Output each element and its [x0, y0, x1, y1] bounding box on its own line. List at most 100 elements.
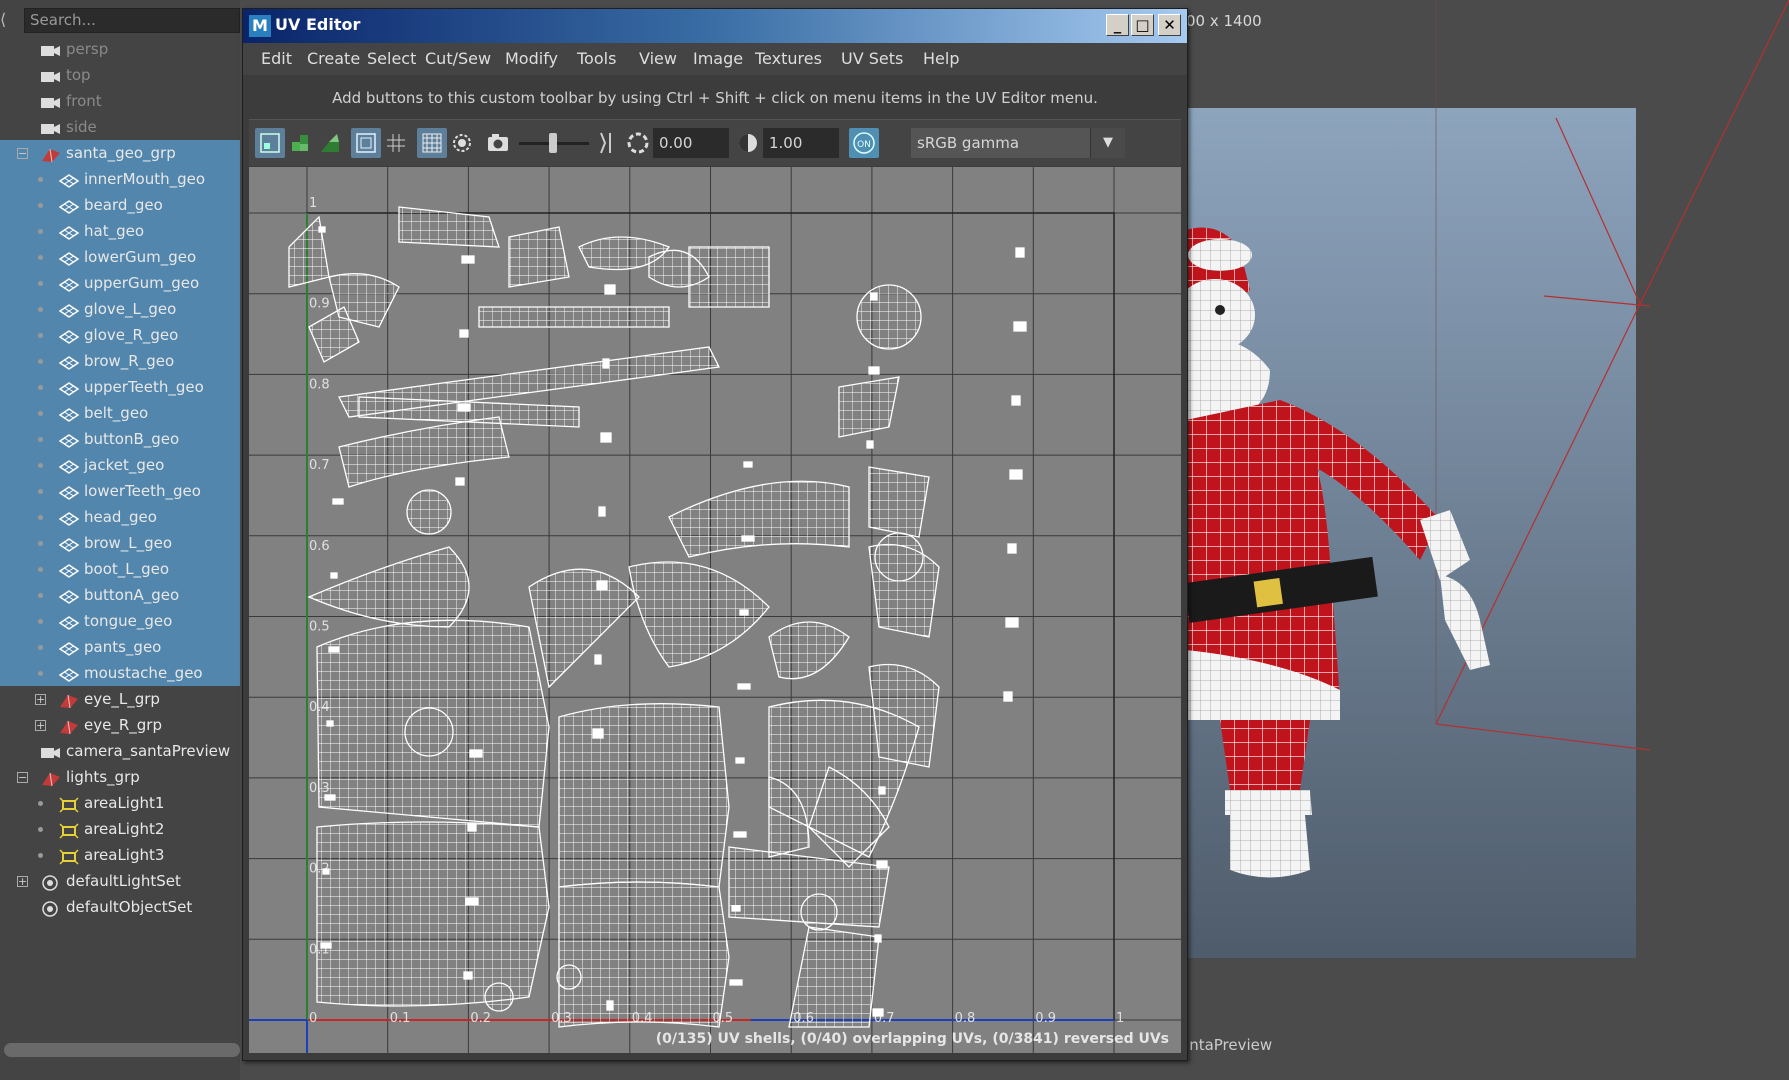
image-dim-slider[interactable]	[519, 128, 589, 158]
outliner-row-innerMouth_geo[interactable]: innerMouth_geo	[0, 166, 240, 192]
minimize-button[interactable]: _	[1106, 14, 1129, 36]
outliner-row-areaLight1[interactable]: areaLight1	[0, 790, 240, 816]
outliner-row-buttonB_geo[interactable]: buttonB_geo	[0, 426, 240, 452]
area-light-icon	[58, 847, 80, 865]
expand-icon[interactable]: +	[17, 876, 28, 887]
outliner-row-hat_geo[interactable]: hat_geo	[0, 218, 240, 244]
outliner-row-glove_R_geo[interactable]: glove_R_geo	[0, 322, 240, 348]
outliner-row-upperGum_geo[interactable]: upperGum_geo	[0, 270, 240, 296]
outliner-row-areaLight3[interactable]: areaLight3	[0, 842, 240, 868]
menu-textures[interactable]: Textures	[755, 49, 822, 68]
camera-icon	[40, 93, 62, 109]
uv-editor-toolbar: 0.00 1.00 ON sRGB gamma ▼	[249, 119, 1181, 166]
outliner-search-input[interactable]: Search...	[24, 8, 240, 33]
outliner-row-brow_R_geo[interactable]: brow_R_geo	[0, 348, 240, 374]
outliner-row-glove_L_geo[interactable]: glove_L_geo	[0, 296, 240, 322]
menu-image[interactable]: Image	[693, 49, 743, 68]
exposure-field[interactable]: 0.00	[653, 128, 729, 158]
menu-modify[interactable]: Modify	[505, 49, 558, 68]
uv-select-mode-icon[interactable]	[255, 128, 285, 158]
outliner-row-belt_geo[interactable]: belt_geo	[0, 400, 240, 426]
outliner-row-defaultLightSet[interactable]: + defaultLightSet	[0, 868, 240, 894]
expand-icon[interactable]: +	[35, 720, 46, 731]
outliner-row-label: top	[66, 66, 91, 84]
menu-tools[interactable]: Tools	[577, 49, 616, 68]
gamma-field[interactable]: 1.00	[763, 128, 839, 158]
outliner-row-defaultObjectSet[interactable]: defaultObjectSet	[0, 894, 240, 920]
uv-stats-readout: (0/135) UV shells, (0/40) overlapping UV…	[655, 1031, 1169, 1047]
display-image-icon[interactable]	[447, 128, 477, 158]
outliner-row-tongue_geo[interactable]: tongue_geo	[0, 608, 240, 634]
maya-app-icon: M	[249, 15, 271, 37]
menu-edit[interactable]: Edit	[261, 49, 292, 68]
filter-icon[interactable]: ⟨	[0, 10, 8, 30]
snap-grid-icon[interactable]	[381, 128, 411, 158]
outliner-row-lights_grp[interactable]: − lights_grp	[0, 764, 240, 790]
outliner-search-row: ⟨ Search...	[0, 6, 240, 35]
exposure-icon[interactable]	[595, 128, 625, 158]
snapshot-camera-icon[interactable]	[483, 128, 513, 158]
menu-view[interactable]: View	[639, 49, 677, 68]
outliner-row-lowerGum_geo[interactable]: lowerGum_geo	[0, 244, 240, 270]
menu-select[interactable]: Select	[367, 49, 416, 68]
expand-icon[interactable]: +	[35, 694, 46, 705]
outliner-row-beard_geo[interactable]: beard_geo	[0, 192, 240, 218]
outliner-row-boot_L_geo[interactable]: boot_L_geo	[0, 556, 240, 582]
tree-node-dot	[38, 853, 43, 858]
outliner-row-side[interactable]: side	[0, 114, 240, 140]
outliner-row-buttonA_geo[interactable]: buttonA_geo	[0, 582, 240, 608]
outliner-row-label: areaLight2	[84, 820, 165, 838]
uv-editor-titlebar[interactable]: M UV Editor _ □ ✕	[243, 9, 1187, 43]
outliner-row-santa_geo_grp[interactable]: − santa_geo_grp	[0, 140, 240, 166]
color-management-toggle[interactable]: ON	[849, 128, 879, 158]
outliner-row-camera_santaPreview[interactable]: camera_santaPreview	[0, 738, 240, 764]
mesh-icon	[58, 639, 80, 656]
outliner-row-moustache_geo[interactable]: moustache_geo	[0, 660, 240, 686]
outliner-row-areaLight2[interactable]: areaLight2	[0, 816, 240, 842]
outliner-row-pants_geo[interactable]: pants_geo	[0, 634, 240, 660]
uv-shell-select-icon[interactable]	[285, 128, 315, 158]
outliner-row-label: lowerGum_geo	[84, 248, 197, 266]
outliner-row-lowerTeeth_geo[interactable]: lowerTeeth_geo	[0, 478, 240, 504]
close-button[interactable]: ✕	[1158, 14, 1181, 36]
tree-node-dot	[38, 307, 43, 312]
set-icon	[40, 899, 62, 917]
tree-node-dot	[38, 203, 43, 208]
menu-cutsew[interactable]: Cut/Sew	[425, 49, 491, 68]
checker-map-icon[interactable]	[417, 128, 447, 158]
outliner-row-head_geo[interactable]: head_geo	[0, 504, 240, 530]
uv-face-select-icon[interactable]	[315, 128, 345, 158]
outliner-row-brow_L_geo[interactable]: brow_L_geo	[0, 530, 240, 556]
outliner-row-label: head_geo	[84, 508, 157, 526]
outliner-row-jacket_geo[interactable]: jacket_geo	[0, 452, 240, 478]
tree-node-dot	[38, 489, 43, 494]
menu-create[interactable]: Create	[307, 49, 360, 68]
outliner-row-top[interactable]: top	[0, 62, 240, 88]
outliner-row-upperTeeth_geo[interactable]: upperTeeth_geo	[0, 374, 240, 400]
outliner-horizontal-scrollbar[interactable]	[4, 1043, 240, 1057]
outliner-row-front[interactable]: front	[0, 88, 240, 114]
maximize-button[interactable]: □	[1131, 14, 1154, 36]
outliner-row-label: eye_R_grp	[84, 716, 162, 734]
exposure-reset-icon[interactable]	[623, 128, 653, 158]
menu-uvsets[interactable]: UV Sets	[841, 49, 903, 68]
collapse-icon[interactable]: −	[17, 772, 28, 783]
outliner-row-label: beard_geo	[84, 196, 163, 214]
outliner-row-eye_R_grp[interactable]: + eye_R_grp	[0, 712, 240, 738]
outliner-row-label: upperGum_geo	[84, 274, 200, 292]
mesh-icon	[58, 171, 80, 188]
tree-node-dot	[38, 515, 43, 520]
collapse-icon[interactable]: −	[17, 148, 28, 159]
camera-icon	[40, 67, 62, 83]
color-space-dropdown[interactable]: sRGB gamma ▼	[911, 128, 1125, 158]
tree-node-dot	[38, 827, 43, 832]
menu-help[interactable]: Help	[923, 49, 959, 68]
mesh-icon	[58, 561, 80, 578]
uv-texture-canvas[interactable]: 00.10.20.30.40.50.60.70.80.9110.90.80.70…	[249, 167, 1181, 1053]
outliner-row-eye_L_grp[interactable]: + eye_L_grp	[0, 686, 240, 712]
outliner-row-persp[interactable]: persp	[0, 36, 240, 62]
outliner-row-label: defaultObjectSet	[66, 898, 193, 916]
show-grid-icon[interactable]	[351, 128, 381, 158]
gamma-icon[interactable]	[733, 128, 763, 158]
tree-node-dot	[38, 333, 43, 338]
